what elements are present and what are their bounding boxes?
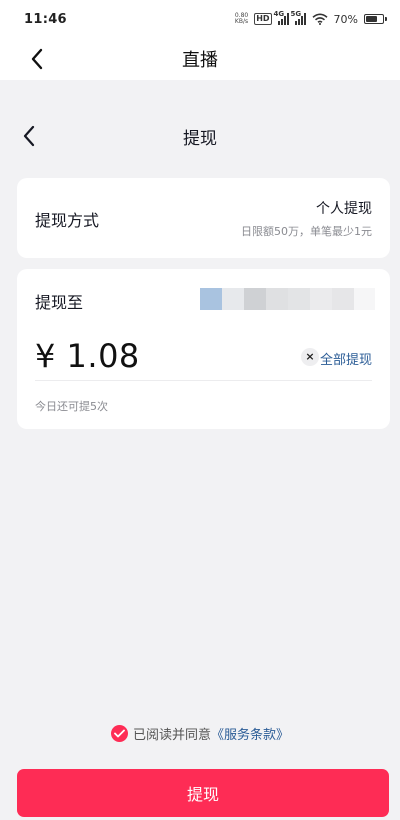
battery-percent: 70% [333,12,358,26]
amount-input[interactable]: ¥ 1.08 [35,337,140,375]
signal-4g-label: 4G [273,10,285,18]
remaining-count: 今日还可提5次 [35,400,108,413]
back-button[interactable] [24,46,50,72]
status-bar: 11:46 0.80 KB/s HD 4G 5G 70% [0,0,400,38]
status-time: 11:46 [24,11,67,27]
terms-link[interactable]: 《服务条款》 [211,724,289,743]
status-indicators: 0.80 KB/s HD 4G 5G 70% [235,10,387,26]
withdraw-all-button[interactable]: 全部提现 [320,349,372,368]
agreement-text: 已阅读并同意 [132,727,211,743]
checkmark-icon[interactable] [110,724,128,742]
withdraw-method-card: 提现方式 个人提现 日限额50万，单笔最少1元 [17,178,390,258]
withdraw-account-blurred[interactable] [200,288,375,310]
battery-fill [366,16,378,22]
network-speed: 0.80 KB/s [235,13,248,25]
withdraw-submit-button[interactable]: 提现 [17,769,389,817]
chevron-left-icon [23,125,35,147]
withdraw-header: 提现 [0,110,400,162]
chevron-left-icon [31,48,43,70]
hd-icon: HD [254,13,272,25]
withdraw-amount-card: 提现至 ¥ 1.08 × 全部提现 今日还可提5次 [17,269,390,429]
divider [35,380,372,381]
withdraw-method-value: 个人提现 [316,201,372,217]
top-nav: 直播 [0,38,400,80]
signal-4g-icon: 4G [274,10,289,25]
close-icon[interactable]: × [301,348,319,366]
wifi-icon [312,13,328,25]
check-glyph [114,729,125,737]
signal-5g-icon: 5G [291,10,306,25]
agreement-row: 已阅读并同意 《服务条款》 [0,722,400,744]
battery-icon [364,14,387,24]
page-title: 直播 [182,50,218,71]
withdraw-title: 提现 [183,128,217,149]
withdraw-method-label: 提现方式 [35,211,100,230]
withdraw-limit-note: 日限额50万，单笔最少1元 [241,225,372,238]
network-speed-unit: KB/s [234,18,249,25]
withdraw-to-label: 提现至 [35,293,84,312]
withdraw-back-button[interactable] [16,123,42,149]
signal-5g-label: 5G [290,10,302,18]
